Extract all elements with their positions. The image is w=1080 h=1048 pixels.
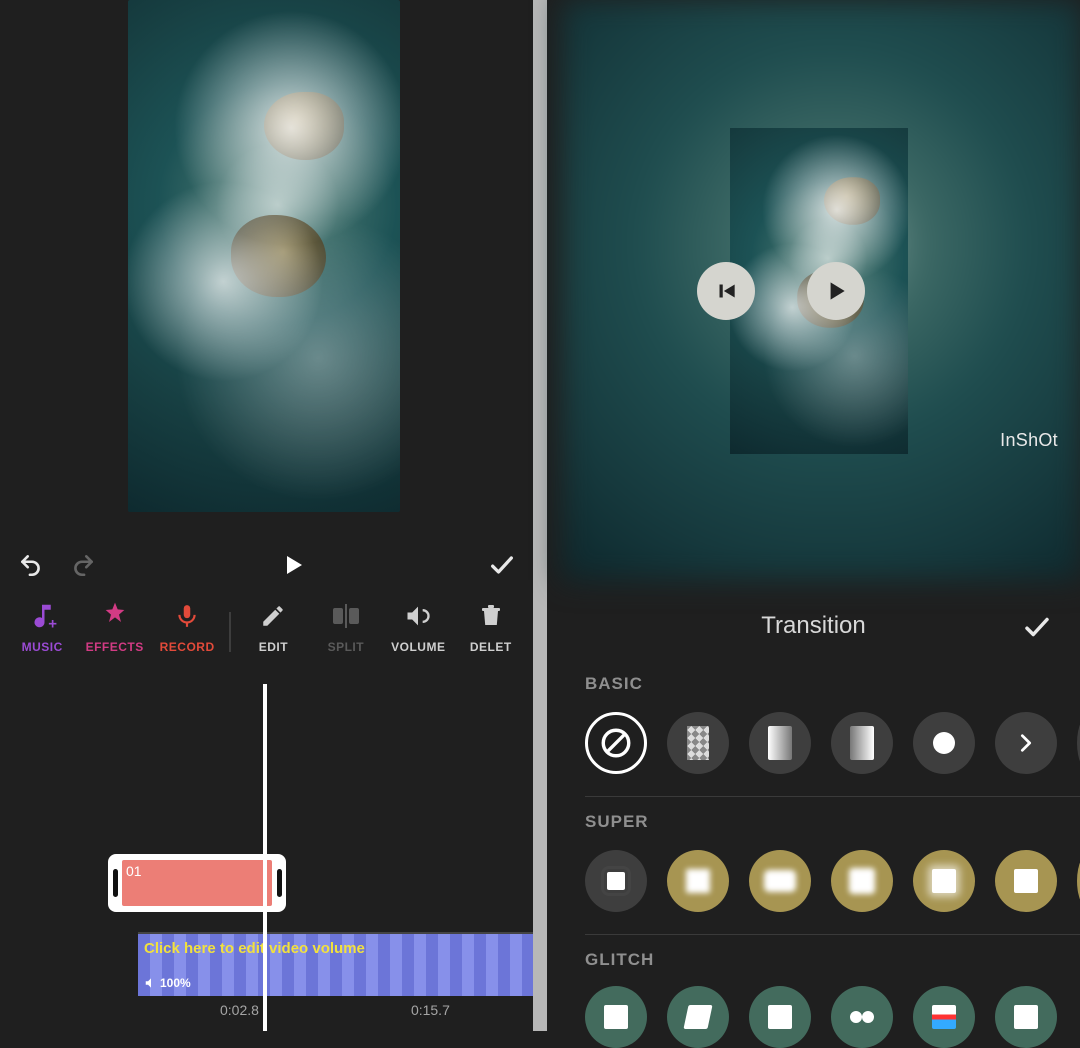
preview-controls bbox=[0, 540, 533, 590]
tool-strip: + MUSIC EFFECTS RECORD EDIT bbox=[0, 598, 533, 684]
transition-row-super bbox=[585, 850, 1080, 912]
transition-super-4[interactable] bbox=[831, 850, 893, 912]
tool-label: DELET bbox=[470, 640, 512, 654]
transition-super-2[interactable] bbox=[667, 850, 729, 912]
tool-record[interactable]: RECORD bbox=[151, 598, 223, 654]
volume-icon bbox=[404, 598, 432, 634]
section-super-label: SUPER bbox=[585, 812, 649, 832]
pane-divider bbox=[533, 0, 547, 1031]
transition-super-1[interactable] bbox=[585, 850, 647, 912]
tool-label: SPLIT bbox=[328, 640, 365, 654]
svg-text:+: + bbox=[48, 616, 57, 632]
pencil-icon bbox=[260, 598, 286, 634]
tool-effects[interactable]: EFFECTS bbox=[78, 598, 150, 654]
tool-label: MUSIC bbox=[22, 640, 63, 654]
transition-glitch-2[interactable] bbox=[667, 986, 729, 1048]
tool-split[interactable]: SPLIT bbox=[310, 598, 382, 654]
play-button[interactable] bbox=[807, 262, 865, 320]
transition-glitch-3[interactable] bbox=[749, 986, 811, 1048]
tool-separator bbox=[229, 612, 231, 652]
transition-circle[interactable] bbox=[913, 712, 975, 774]
transition-super-6[interactable] bbox=[995, 850, 1057, 912]
section-glitch-label: GLITCH bbox=[585, 950, 654, 970]
transition-dissolve[interactable] bbox=[667, 712, 729, 774]
tool-music[interactable]: + MUSIC bbox=[6, 598, 78, 654]
transition-fade-white[interactable] bbox=[749, 712, 811, 774]
video-preview[interactable] bbox=[128, 0, 400, 512]
transition-glitch-6[interactable] bbox=[995, 986, 1057, 1048]
transition-fade-black[interactable] bbox=[831, 712, 893, 774]
timeline[interactable]: 01 Click here to edit video volume 100% … bbox=[0, 684, 533, 1031]
mic-icon bbox=[174, 598, 200, 634]
transition-super-5[interactable] bbox=[913, 850, 975, 912]
confirm-button[interactable] bbox=[1022, 612, 1052, 647]
transition-glitch-4[interactable] bbox=[831, 986, 893, 1048]
trash-icon bbox=[479, 598, 503, 634]
clip-handle-right[interactable] bbox=[272, 854, 286, 912]
transition-none[interactable] bbox=[585, 712, 647, 774]
audio-track[interactable]: Click here to edit video volume 100% bbox=[138, 932, 533, 996]
transition-glitch-1[interactable] bbox=[585, 986, 647, 1048]
tool-volume[interactable]: VOLUME bbox=[382, 598, 454, 654]
transition-row-glitch bbox=[585, 986, 1057, 1048]
playhead[interactable] bbox=[263, 684, 267, 1031]
audio-hint: Click here to edit video volume bbox=[144, 940, 365, 957]
effects-icon bbox=[99, 598, 131, 634]
transition-slide-right[interactable] bbox=[995, 712, 1057, 774]
confirm-button[interactable] bbox=[487, 550, 517, 580]
audio-volume-label: 100% bbox=[144, 976, 191, 990]
tool-label: EDIT bbox=[259, 640, 288, 654]
tool-label: EFFECTS bbox=[86, 640, 144, 654]
tool-label: VOLUME bbox=[391, 640, 445, 654]
tool-delete[interactable]: DELET bbox=[455, 598, 527, 654]
tool-label: RECORD bbox=[160, 640, 215, 654]
transition-glitch-5[interactable] bbox=[913, 986, 975, 1048]
clip-index: 01 bbox=[126, 863, 142, 879]
clip-handle-left[interactable] bbox=[108, 854, 122, 912]
time-current: 0:02.8 bbox=[220, 1002, 259, 1018]
preview-play-controls bbox=[697, 262, 865, 320]
editor-pane: + MUSIC EFFECTS RECORD EDIT bbox=[0, 0, 533, 1031]
play-button[interactable] bbox=[278, 550, 308, 580]
split-icon bbox=[331, 598, 361, 634]
transition-pane: InShOt Transition BASIC SUPER bbox=[547, 0, 1080, 1031]
redo-button[interactable] bbox=[68, 550, 98, 580]
tool-edit[interactable]: EDIT bbox=[237, 598, 309, 654]
clip-body[interactable]: 01 bbox=[122, 860, 272, 906]
transition-row-basic bbox=[585, 712, 1080, 774]
skip-previous-button[interactable] bbox=[697, 262, 755, 320]
separator bbox=[585, 796, 1080, 797]
watermark: InShOt bbox=[1000, 430, 1058, 451]
transition-super-3[interactable] bbox=[749, 850, 811, 912]
panel-title: Transition bbox=[547, 612, 1080, 640]
separator bbox=[585, 934, 1080, 935]
undo-button[interactable] bbox=[16, 550, 46, 580]
section-basic-label: BASIC bbox=[585, 674, 643, 694]
music-icon: + bbox=[27, 598, 57, 634]
time-end: 0:15.7 bbox=[411, 1002, 450, 1018]
clip[interactable]: 01 bbox=[108, 854, 286, 912]
